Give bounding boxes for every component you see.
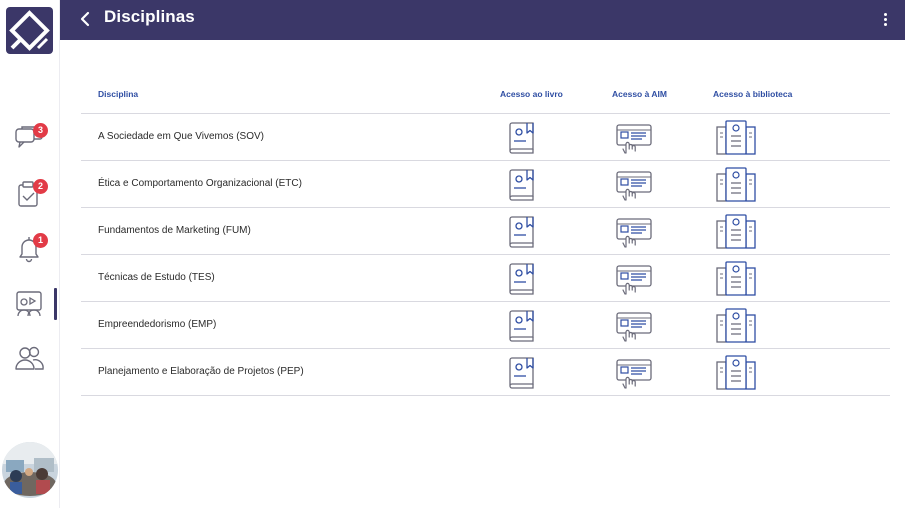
sidebar-item-community[interactable]	[10, 340, 48, 376]
library-access-button[interactable]	[714, 214, 758, 250]
library-books-icon	[716, 120, 756, 155]
library-access-button[interactable]	[714, 308, 758, 344]
sidebar: 3 2 1	[0, 0, 60, 508]
touch-screen-icon	[616, 359, 652, 389]
users-icon	[15, 346, 44, 370]
aim-access-button[interactable]	[614, 120, 654, 156]
table-row: Técnicas de Estudo (TES)	[81, 255, 890, 302]
page-title: Disciplinas	[104, 7, 195, 26]
touch-screen-icon	[616, 265, 652, 295]
app: 3 2 1 Disciplinas Disciplina Acesso ao l…	[0, 0, 905, 508]
library-books-icon	[716, 167, 756, 202]
book-access-button[interactable]	[507, 214, 537, 250]
table-row: Planejamento e Elaboração de Projetos (P…	[81, 349, 890, 396]
aim-access-button[interactable]	[614, 308, 654, 344]
book-access-button[interactable]	[507, 167, 537, 203]
touch-screen-icon	[616, 171, 652, 201]
table-row: A Sociedade em Que Vivemos (SOV)	[81, 114, 890, 161]
book-access-button[interactable]	[507, 120, 537, 156]
table-row: Fundamentos de Marketing (FUM)	[81, 208, 890, 255]
discipline-name: A Sociedade em Que Vivemos (SOV)	[98, 131, 265, 142]
book-access-button[interactable]	[507, 355, 537, 391]
book-icon	[509, 263, 534, 295]
video-class-icon	[16, 291, 42, 317]
top-bar: Disciplinas	[60, 0, 905, 40]
messages-badge: 3	[33, 123, 48, 138]
book-icon	[509, 310, 534, 342]
aim-access-button[interactable]	[614, 214, 654, 250]
library-access-button[interactable]	[714, 120, 758, 156]
touch-screen-icon	[616, 124, 652, 154]
touch-screen-icon	[616, 312, 652, 342]
book-icon	[509, 216, 534, 248]
library-access-button[interactable]	[714, 261, 758, 297]
table-header: Disciplina Acesso ao livro Acesso à AIM …	[81, 80, 890, 114]
tasks-badge: 2	[33, 179, 48, 194]
app-logo[interactable]	[6, 7, 53, 54]
aim-access-button[interactable]	[614, 167, 654, 203]
table-row: Ética e Comportamento Organizacional (ET…	[81, 161, 890, 208]
book-icon	[509, 169, 534, 201]
table-row: Empreendedorismo (EMP)	[81, 302, 890, 349]
discipline-name: Planejamento e Elaboração de Projetos (P…	[98, 366, 304, 377]
book-icon	[509, 122, 534, 154]
sidebar-item-notifications[interactable]: 1	[10, 230, 48, 266]
header-book-access: Acesso ao livro	[500, 89, 563, 99]
avatar[interactable]	[2, 442, 58, 498]
table-body: A Sociedade em Que Vivemos (SOV) Ética e…	[81, 114, 890, 396]
disciplines-table: Disciplina Acesso ao livro Acesso à AIM …	[81, 80, 890, 396]
discipline-name: Fundamentos de Marketing (FUM)	[98, 225, 251, 236]
more-vertical-icon	[883, 12, 887, 16]
library-access-button[interactable]	[714, 355, 758, 391]
header-aim-access: Acesso à AIM	[612, 89, 667, 99]
back-button[interactable]	[72, 6, 98, 32]
discipline-name: Técnicas de Estudo (TES)	[98, 272, 215, 283]
book-access-button[interactable]	[507, 261, 537, 297]
discipline-name: Empreendedorismo (EMP)	[98, 319, 217, 330]
discipline-name: Ética e Comportamento Organizacional (ET…	[98, 178, 302, 189]
library-books-icon	[716, 308, 756, 343]
library-access-button[interactable]	[714, 167, 758, 203]
aim-access-button[interactable]	[614, 261, 654, 297]
chevron-left-icon	[80, 11, 90, 27]
header-library-access: Acesso à biblioteca	[713, 89, 793, 99]
aim-access-button[interactable]	[614, 355, 654, 391]
sidebar-item-tasks[interactable]: 2	[10, 176, 48, 212]
library-books-icon	[716, 261, 756, 296]
active-indicator	[54, 288, 57, 320]
book-icon	[509, 357, 534, 389]
library-books-icon	[716, 214, 756, 249]
library-books-icon	[716, 355, 756, 390]
notifications-badge: 1	[33, 233, 48, 248]
sidebar-item-classes[interactable]	[10, 286, 48, 322]
touch-screen-icon	[616, 218, 652, 248]
sidebar-item-messages[interactable]: 3	[10, 120, 48, 156]
book-access-button[interactable]	[507, 308, 537, 344]
more-options-button[interactable]	[879, 8, 891, 30]
header-discipline: Disciplina	[98, 89, 139, 99]
